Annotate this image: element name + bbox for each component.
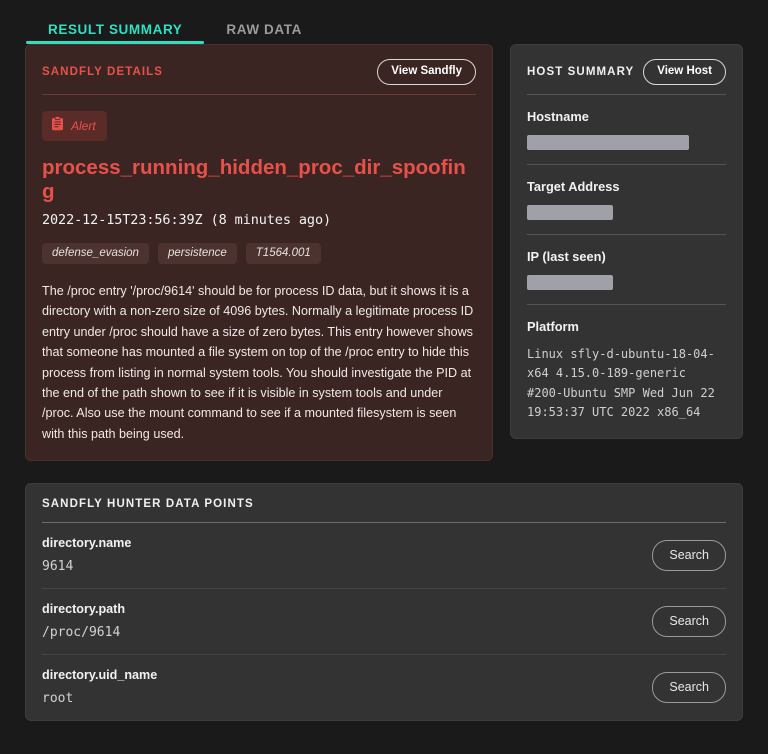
redacted-value-bar [527, 205, 613, 220]
search-button[interactable]: Search [652, 606, 726, 637]
alert-badge-label: Alert [71, 119, 96, 133]
data-point-cell: directory.name 9614 [42, 536, 131, 574]
tab-raw-data[interactable]: RAW DATA [204, 10, 324, 44]
host-field-target-address: Target Address [527, 179, 726, 220]
field-label: Target Address [527, 179, 726, 194]
table-row: directory.path /proc/9614 Search [42, 589, 726, 655]
tab-bar: RESULT SUMMARY RAW DATA [0, 0, 768, 44]
table-row: directory.name 9614 Search [42, 523, 726, 589]
platform-value: Linux sfly-d-ubuntu-18-04-x64 4.15.0-189… [527, 345, 726, 423]
alert-tag-list: defense_evasion persistence T1564.001 [42, 243, 476, 264]
alert-tag: persistence [158, 243, 237, 264]
host-field-divider [527, 304, 726, 305]
alert-name: process_running_hidden_proc_dir_spoofing [42, 156, 476, 204]
alert-timestamp: 2022-12-15T23:56:39Z (8 minutes ago) [42, 212, 476, 228]
alert-tag: defense_evasion [42, 243, 149, 264]
redacted-value-bar [527, 135, 689, 150]
host-summary-title: HOST SUMMARY [527, 66, 634, 78]
data-point-key: directory.name [42, 536, 131, 550]
hunter-data-points-card: SANDFLY HUNTER DATA POINTS directory.nam… [25, 483, 743, 721]
alert-description: The /proc entry '/proc/9614' should be f… [42, 281, 476, 444]
redacted-value-bar [527, 275, 613, 290]
hunter-data-points-title: SANDFLY HUNTER DATA POINTS [42, 498, 726, 522]
field-label: Hostname [527, 109, 726, 124]
field-label: IP (last seen) [527, 249, 726, 264]
data-point-value: root [42, 691, 157, 706]
host-summary-header: HOST SUMMARY View Host [527, 59, 726, 94]
host-field-divider [527, 164, 726, 165]
sandfly-details-card: SANDFLY DETAILS View Sandfly Alert proce… [25, 44, 493, 461]
data-point-cell: directory.path /proc/9614 [42, 602, 125, 640]
data-point-value: 9614 [42, 559, 131, 574]
alert-severity-badge: Alert [42, 111, 107, 141]
sandfly-details-header: SANDFLY DETAILS View Sandfly [42, 59, 476, 94]
result-summary-page: RESULT SUMMARY RAW DATA SANDFLY DETAILS … [0, 0, 768, 754]
sandfly-details-title: SANDFLY DETAILS [42, 66, 163, 78]
tab-result-summary[interactable]: RESULT SUMMARY [26, 10, 204, 44]
data-point-key: directory.uid_name [42, 668, 157, 682]
view-host-button[interactable]: View Host [643, 59, 726, 85]
host-field-hostname: Hostname [527, 109, 726, 150]
host-summary-card: HOST SUMMARY View Host Hostname Target A… [510, 44, 743, 439]
data-point-key: directory.path [42, 602, 125, 616]
host-field-ip-last-seen: IP (last seen) [527, 249, 726, 290]
search-button[interactable]: Search [652, 672, 726, 703]
summary-top-row: SANDFLY DETAILS View Sandfly Alert proce… [0, 44, 768, 461]
data-point-value: /proc/9614 [42, 625, 125, 640]
search-button[interactable]: Search [652, 540, 726, 571]
sandfly-details-divider [42, 94, 476, 95]
table-row: directory.uid_name root Search [42, 655, 726, 720]
host-field-platform: Platform Linux sfly-d-ubuntu-18-04-x64 4… [527, 319, 726, 423]
host-summary-divider [527, 94, 726, 95]
field-label: Platform [527, 319, 726, 334]
view-sandfly-button[interactable]: View Sandfly [377, 59, 476, 85]
alert-tag: T1564.001 [246, 243, 321, 264]
host-field-divider [527, 234, 726, 235]
data-point-cell: directory.uid_name root [42, 668, 157, 706]
clipboard-alert-icon [51, 116, 64, 136]
